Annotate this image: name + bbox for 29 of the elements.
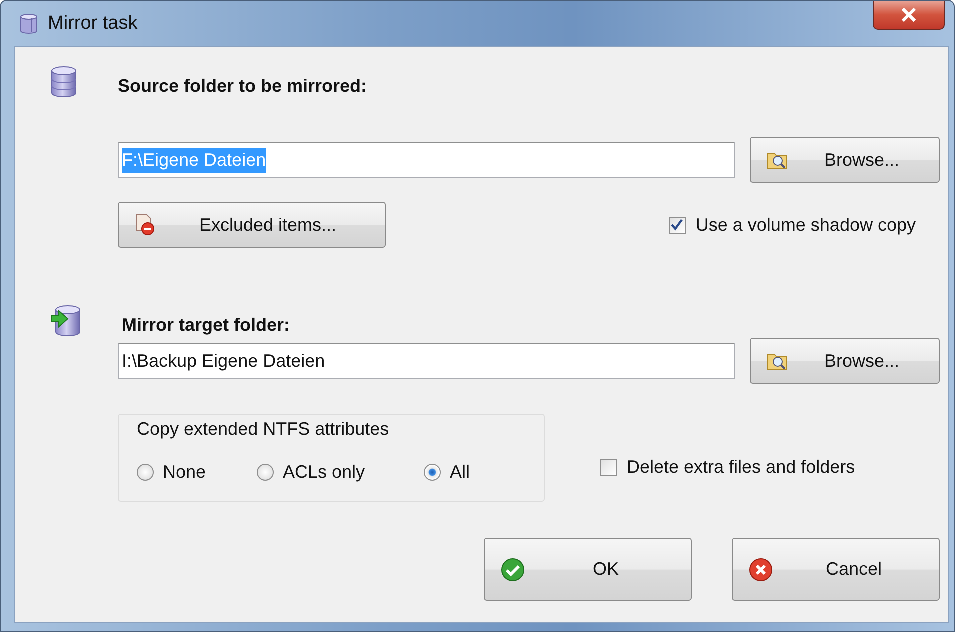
close-icon [900, 7, 918, 23]
ok-button[interactable]: OK [484, 538, 692, 601]
radio-button[interactable] [256, 464, 274, 481]
browse-button[interactable]: Browse... [750, 338, 940, 384]
excluded-items-button[interactable]: Excluded items... [118, 202, 386, 248]
section-label: Mirror target folder: [122, 314, 290, 336]
checkbox-label[interactable]: Delete extra files and folders [627, 457, 856, 478]
radio-button[interactable] [424, 464, 442, 481]
window-title: Mirror task [48, 12, 138, 34]
selected-text: F:\Eigene Dateien [122, 148, 266, 172]
checkbox[interactable] [668, 216, 686, 234]
close-button[interactable] [873, 1, 945, 30]
radio-label[interactable]: All [450, 462, 470, 483]
cancel-button[interactable]: Cancel [732, 538, 940, 601]
group-title: Copy extended NTFS attributes [137, 419, 390, 439]
database-icon [51, 66, 77, 98]
browse-button[interactable]: Browse... [750, 137, 940, 183]
checkbox-label[interactable]: Use a volume shadow copy [696, 214, 916, 236]
radio-button[interactable] [137, 464, 154, 481]
database-arrow-icon [51, 305, 81, 337]
checkbox[interactable] [600, 459, 617, 476]
radio-label[interactable]: ACLs only [282, 462, 366, 483]
cancel-icon [749, 558, 773, 582]
check-icon [501, 558, 525, 582]
input-field[interactable]: I:\Backup Eigene Dateien [118, 343, 735, 379]
radio-label[interactable]: None [163, 462, 206, 483]
excluded-files-icon [135, 214, 155, 236]
section-label: Source folder to be mirrored: [118, 74, 368, 96]
database-icon [20, 14, 38, 34]
